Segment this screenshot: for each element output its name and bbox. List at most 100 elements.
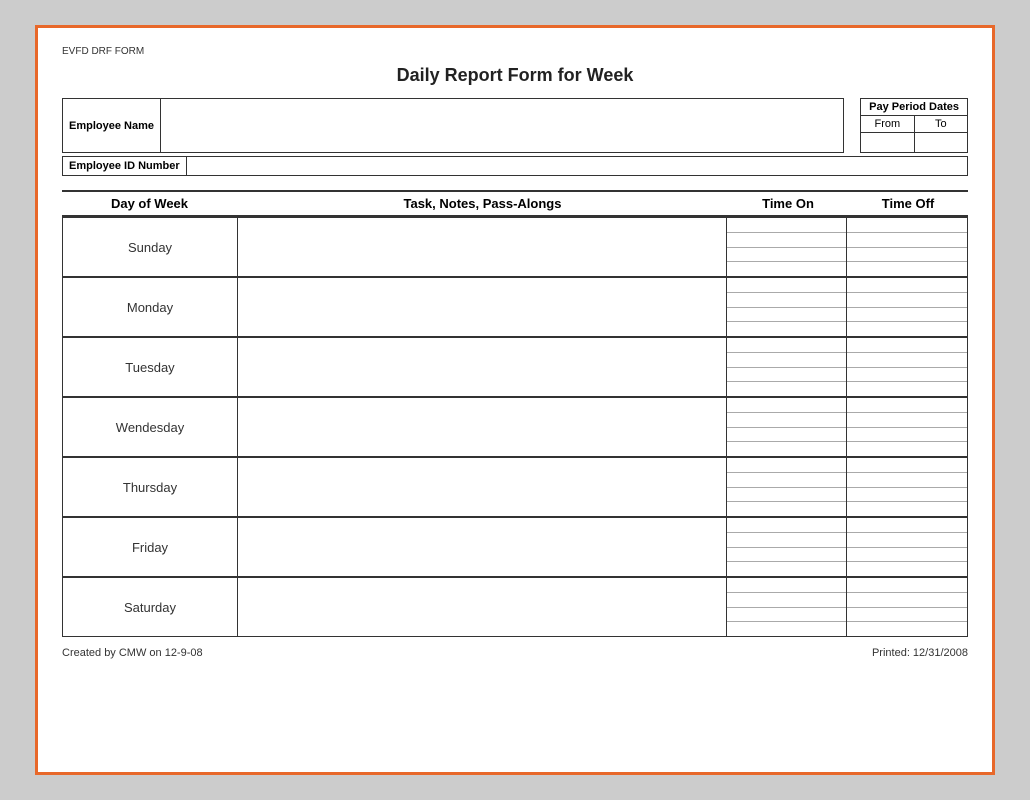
time-off-line[interactable] [847,233,967,248]
time-off-line[interactable] [847,473,967,488]
time-off-section [847,218,967,276]
time-on-line[interactable] [727,262,846,276]
time-on-line[interactable] [727,322,846,336]
table-row: Monday [63,278,967,338]
time-on-section [727,518,847,576]
form-id-label: EVFD DRF FORM [62,46,968,57]
time-on-line[interactable] [727,413,846,428]
time-on-line[interactable] [727,533,846,548]
time-off-line[interactable] [847,293,967,308]
time-on-line[interactable] [727,278,846,293]
time-off-line[interactable] [847,622,967,636]
time-off-line[interactable] [847,218,967,233]
page-title: Daily Report Form for Week [62,65,968,86]
employee-id-input[interactable] [187,156,968,176]
table-row: Thursday [63,458,967,518]
time-off-section [847,458,967,516]
col-timeoff-header: Time Off [848,196,968,211]
table-row: Saturday [63,578,967,636]
pay-period-group: Pay Period Dates From To [860,98,968,153]
task-cell[interactable] [238,398,727,456]
time-off-section [847,518,967,576]
table-row: Sunday [63,218,967,278]
time-off-line[interactable] [847,382,967,396]
time-off-line[interactable] [847,548,967,563]
from-label: From [861,116,914,132]
time-off-line[interactable] [847,322,967,336]
day-cell: Wendesday [63,398,238,456]
time-on-line[interactable] [727,308,846,323]
time-off-line[interactable] [847,413,967,428]
time-off-line[interactable] [847,502,967,516]
time-on-line[interactable] [727,368,846,383]
time-off-line[interactable] [847,488,967,503]
time-on-line[interactable] [727,473,846,488]
employee-name-label: Employee Name [62,98,161,153]
time-on-line[interactable] [727,622,846,636]
time-off-line[interactable] [847,442,967,456]
time-off-section [847,578,967,636]
time-on-line[interactable] [727,218,846,233]
time-off-line[interactable] [847,578,967,593]
table-row: Tuesday [63,338,967,398]
day-cell: Friday [63,518,238,576]
time-off-line[interactable] [847,308,967,323]
time-on-line[interactable] [727,382,846,396]
time-on-line[interactable] [727,488,846,503]
time-on-line[interactable] [727,578,846,593]
time-on-line[interactable] [727,593,846,608]
time-on-line[interactable] [727,248,846,263]
table-row: Wendesday [63,398,967,458]
time-off-line[interactable] [847,593,967,608]
col-timeon-header: Time On [728,196,848,211]
time-on-line[interactable] [727,458,846,473]
time-on-section [727,218,847,276]
time-on-line[interactable] [727,562,846,576]
time-off-line[interactable] [847,458,967,473]
time-on-line[interactable] [727,353,846,368]
time-off-line[interactable] [847,262,967,276]
time-off-line[interactable] [847,562,967,576]
time-off-line[interactable] [847,338,967,353]
task-cell[interactable] [238,338,727,396]
task-cell[interactable] [238,218,727,276]
time-on-line[interactable] [727,442,846,456]
time-off-line[interactable] [847,428,967,443]
footer: Created by CMW on 12-9-08 Printed: 12/31… [62,647,968,659]
main-table: SundayMondayTuesdayWendesdayThursdayFrid… [62,217,968,637]
time-off-line[interactable] [847,353,967,368]
task-cell[interactable] [238,578,727,636]
day-cell: Thursday [63,458,238,516]
table-row: Friday [63,518,967,578]
task-cell[interactable] [238,458,727,516]
time-off-line[interactable] [847,368,967,383]
time-on-line[interactable] [727,293,846,308]
time-on-line[interactable] [727,233,846,248]
time-off-line[interactable] [847,398,967,413]
time-on-line[interactable] [727,428,846,443]
time-on-section [727,458,847,516]
employee-name-input[interactable] [161,98,844,153]
task-cell[interactable] [238,518,727,576]
form-page: EVFD DRF FORM Daily Report Form for Week… [35,25,995,775]
time-off-section [847,338,967,396]
column-headers: Day of Week Task, Notes, Pass-Alongs Tim… [62,190,968,217]
time-on-section [727,338,847,396]
task-cell[interactable] [238,278,727,336]
to-input[interactable] [915,132,967,152]
time-on-line[interactable] [727,398,846,413]
printed-label: Printed: 12/31/2008 [872,647,968,659]
time-off-line[interactable] [847,533,967,548]
time-off-line[interactable] [847,518,967,533]
time-off-line[interactable] [847,248,967,263]
time-off-line[interactable] [847,278,967,293]
time-off-section [847,278,967,336]
time-on-line[interactable] [727,518,846,533]
time-on-line[interactable] [727,608,846,623]
employee-id-label: Employee ID Number [62,156,187,176]
from-input[interactable] [861,132,914,152]
time-on-line[interactable] [727,502,846,516]
time-on-line[interactable] [727,338,846,353]
time-off-line[interactable] [847,608,967,623]
time-on-line[interactable] [727,548,846,563]
